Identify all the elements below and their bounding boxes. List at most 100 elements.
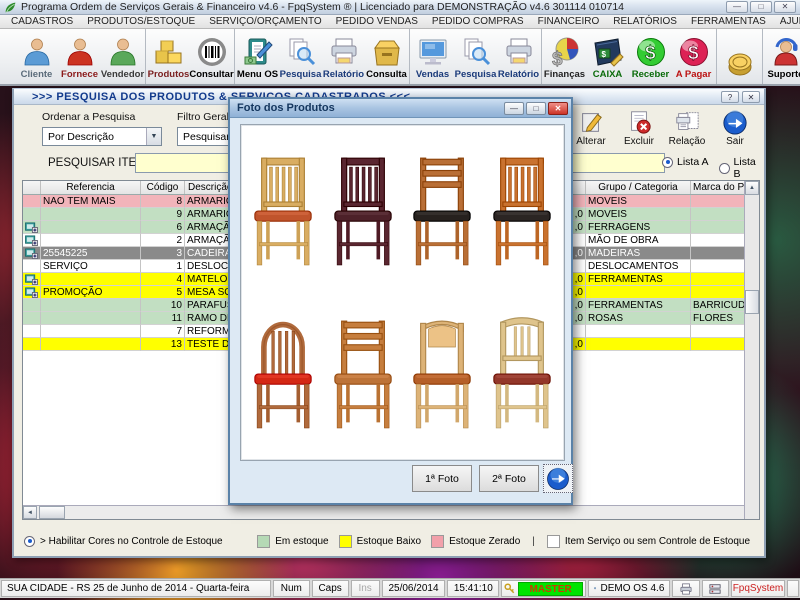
toolbar-button-caixa[interactable]: $CAIXA bbox=[586, 31, 629, 82]
referencia-cell bbox=[41, 325, 141, 338]
menu-ajuda[interactable]: AJUDA bbox=[773, 16, 800, 27]
toolbar-button-consulta[interactable]: Consulta bbox=[365, 31, 408, 82]
toolbar: ClienteForneceVendedorProdutosConsultarM… bbox=[0, 29, 800, 86]
chevron-down-icon[interactable]: ▼ bbox=[146, 128, 161, 145]
list-b-radio[interactable]: Lista B bbox=[719, 156, 764, 180]
server-icon bbox=[708, 583, 722, 595]
hscroll-thumb[interactable] bbox=[39, 506, 65, 519]
grupo-cell: ROSAS bbox=[586, 312, 691, 325]
photo-attachment-icon bbox=[25, 248, 38, 259]
toolbar-button-coin-icon[interactable] bbox=[718, 31, 761, 82]
minimize-button[interactable]: — bbox=[726, 1, 748, 13]
photo-cell bbox=[23, 338, 41, 351]
excluir-button[interactable]: Excluir bbox=[618, 109, 660, 147]
codigo-cell: 7 bbox=[141, 325, 185, 338]
restore-button[interactable]: □ bbox=[750, 1, 772, 13]
close-search-window-button[interactable]: ✕ bbox=[742, 91, 760, 103]
toolbar-button-consultar[interactable]: Consultar bbox=[190, 31, 233, 82]
toolbar-button-cliente[interactable]: Cliente bbox=[15, 31, 58, 82]
svg-text:$: $ bbox=[552, 49, 563, 68]
toolbar-button-pesquisa[interactable]: Pesquisa bbox=[454, 31, 497, 82]
toolbar-button-vendas[interactable]: Vendas bbox=[411, 31, 454, 82]
pie-dollar-icon: $ bbox=[549, 36, 581, 68]
menu-servi-o-or-amento[interactable]: SERVIÇO/ORÇAMENTO bbox=[202, 16, 328, 27]
first-photo-button[interactable]: 1ª Foto bbox=[412, 465, 472, 492]
list-a-radio[interactable]: Lista A bbox=[662, 156, 709, 168]
next-photo-button[interactable] bbox=[543, 464, 573, 493]
horizontal-scrollbar[interactable]: ◄ bbox=[23, 505, 744, 519]
menu-pedido-vendas[interactable]: PEDIDO VENDAS bbox=[329, 16, 425, 27]
enable-colors-toggle[interactable]: > Habilitar Cores no Controle de Estoque bbox=[24, 536, 223, 547]
radio-selected-icon[interactable] bbox=[24, 536, 35, 547]
toolbar-button-produtos[interactable]: Produtos bbox=[147, 31, 190, 82]
vscroll-thumb[interactable] bbox=[745, 290, 759, 314]
print-page-icon bbox=[674, 109, 700, 135]
toolbar-button-fornece[interactable]: Fornece bbox=[58, 31, 101, 82]
dialog-restore-button[interactable]: □ bbox=[526, 102, 546, 115]
menu-financeiro[interactable]: FINANCEIRO bbox=[531, 16, 607, 27]
col-grupo: Grupo / Categoria bbox=[586, 181, 691, 194]
menu-produtos-estoque[interactable]: PRODUTOS/ESTOQUE bbox=[80, 16, 202, 27]
dollar-green-icon: $ bbox=[635, 36, 667, 68]
toolbar-button-relat-rio[interactable]: Relatório bbox=[497, 31, 540, 82]
status-location: SUA CIDADE - RS 25 de Junho de 2014 - Qu… bbox=[1, 580, 271, 597]
referencia-cell: PROMOÇÃO bbox=[41, 286, 141, 299]
codigo-cell: 5 bbox=[141, 286, 185, 299]
coin-icon bbox=[724, 48, 756, 80]
codigo-cell: 8 bbox=[141, 195, 185, 208]
marca-cell: BARRICUDA bbox=[691, 299, 744, 312]
toolbar-button-a-pagar[interactable]: $A Pagar bbox=[672, 31, 715, 82]
second-photo-button[interactable]: 2ª Foto bbox=[479, 465, 539, 492]
dialog-close-button[interactable]: ✕ bbox=[548, 102, 568, 115]
grupo-cell: MOVEIS bbox=[586, 195, 691, 208]
search-docs-icon bbox=[460, 36, 492, 68]
monitor-icon bbox=[417, 36, 449, 68]
radio-selected-icon[interactable] bbox=[662, 157, 673, 168]
toolbar-button-finan-as[interactable]: $Finanças bbox=[543, 31, 586, 82]
status-print-panel[interactable] bbox=[672, 580, 699, 597]
toolbar-button-pesquisa[interactable]: Pesquisa bbox=[279, 31, 322, 82]
menu-ferramentas[interactable]: FERRAMENTAS bbox=[684, 16, 773, 27]
photo-cell bbox=[23, 325, 41, 338]
menu-relat-rios[interactable]: RELATÓRIOS bbox=[606, 16, 684, 27]
status-server-panel[interactable] bbox=[702, 580, 729, 597]
marca-cell bbox=[691, 195, 744, 208]
vertical-scrollbar[interactable]: ▲ bbox=[744, 181, 759, 519]
dialog-minimize-button[interactable]: — bbox=[504, 102, 524, 115]
toolbar-button-relat-rio[interactable]: Relatório bbox=[322, 31, 365, 82]
photo-attachment-icon bbox=[25, 235, 38, 246]
svg-text:$: $ bbox=[645, 43, 656, 64]
printer-icon bbox=[328, 36, 360, 68]
scroll-up-icon[interactable]: ▲ bbox=[745, 181, 759, 195]
close-button[interactable]: ✕ bbox=[774, 1, 796, 13]
codigo-cell: 2 bbox=[141, 234, 185, 247]
sair-button[interactable]: Sair bbox=[714, 109, 756, 147]
status-lock-panel[interactable] bbox=[787, 580, 799, 597]
menu-pedido-compras[interactable]: PEDIDO COMPRAS bbox=[425, 16, 531, 27]
grupo-cell: FERRAMENTAS bbox=[586, 299, 691, 312]
menu-cadastros[interactable]: CADASTROS bbox=[4, 16, 80, 27]
alterar-button[interactable]: Alterar bbox=[570, 109, 612, 147]
toolbar-button-suporte[interactable]: Suporte bbox=[764, 31, 800, 82]
photo-cell bbox=[23, 221, 41, 234]
photo-dialog-titlebar[interactable]: Foto dos Produtos — □ ✕ bbox=[230, 99, 571, 118]
marca-cell bbox=[691, 286, 744, 299]
grupo-cell: MOVEIS bbox=[586, 208, 691, 221]
toolbar-button-menu-os[interactable]: Menu OS bbox=[236, 31, 279, 82]
status-user-panel: MASTER bbox=[501, 580, 585, 597]
help-button[interactable]: ? bbox=[721, 91, 739, 103]
drawer-icon bbox=[371, 36, 403, 68]
order-select[interactable]: Por Descrição ▼ bbox=[42, 127, 162, 146]
status-version: DEMO OS 4.6 bbox=[600, 583, 664, 594]
toolbar-button-vendedor[interactable]: Vendedor bbox=[101, 31, 144, 82]
support-icon bbox=[770, 36, 800, 68]
rela-o-button[interactable]: Relação bbox=[666, 109, 708, 147]
svg-text:$: $ bbox=[601, 50, 606, 59]
status-ins: Ins bbox=[351, 580, 380, 597]
scroll-left-icon[interactable]: ◄ bbox=[23, 506, 37, 519]
menubar: CADASTROSPRODUTOS/ESTOQUESERVIÇO/ORÇAMEN… bbox=[0, 15, 800, 29]
grupo-cell: FERRAMENTAS bbox=[586, 273, 691, 286]
status-brand: FpqSystem bbox=[731, 580, 785, 597]
radio-icon[interactable] bbox=[719, 163, 730, 174]
toolbar-button-receber[interactable]: $Receber bbox=[629, 31, 672, 82]
